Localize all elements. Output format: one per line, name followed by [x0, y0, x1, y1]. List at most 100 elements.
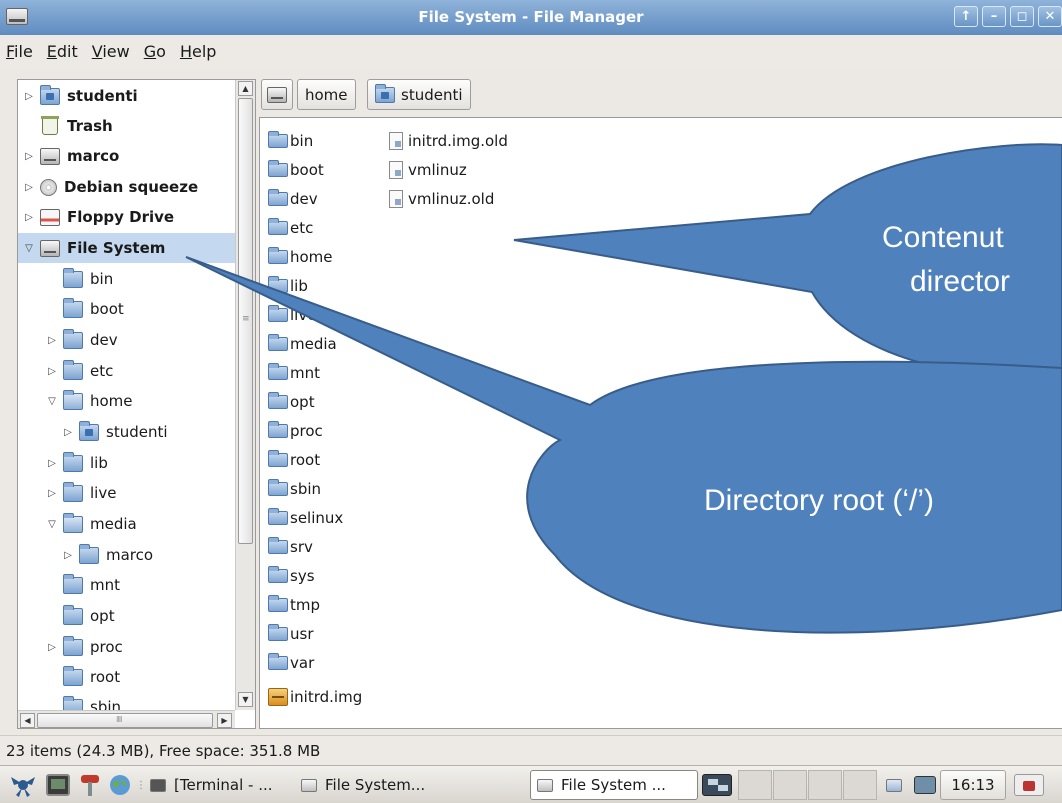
path-home-button[interactable]: home	[297, 79, 356, 110]
tree-item-opt[interactable]: opt	[63, 601, 235, 631]
expander-icon[interactable]: ▽	[47, 396, 57, 407]
tree-item-root[interactable]: root	[63, 662, 235, 692]
maximize-icon[interactable]: ◻	[1010, 6, 1034, 27]
path-root-button[interactable]	[261, 79, 293, 110]
scroll-up-icon[interactable]: ▲	[238, 81, 253, 96]
file-item-boot[interactable]: boot	[268, 157, 324, 183]
file-item-tmp[interactable]: tmp	[268, 592, 320, 618]
tree-item-home-studenti[interactable]: ▷ studenti	[63, 417, 235, 447]
expander-icon[interactable]: ▷	[47, 458, 57, 469]
tree-item-proc[interactable]: ▷ proc	[47, 632, 235, 662]
keep-above-icon[interactable]: ↑	[954, 6, 978, 27]
file-item-sbin[interactable]: sbin	[268, 476, 321, 502]
folder-icon	[268, 218, 288, 235]
file-item-mnt[interactable]: mnt	[268, 360, 320, 386]
tree-item-sbin[interactable]: sbin	[63, 692, 235, 710]
file-item-bin[interactable]: bin	[268, 128, 313, 154]
terminal-launcher-icon[interactable]	[46, 770, 70, 800]
file-item-proc[interactable]: proc	[268, 418, 323, 444]
menu-go[interactable]: Go	[144, 42, 166, 61]
tree-item-file-system[interactable]: ▽ File System	[18, 233, 235, 263]
file-item-vmlinuz-old[interactable]: vmlinuz.old	[386, 186, 494, 212]
scroll-down-icon[interactable]: ▼	[238, 692, 253, 707]
scroll-left-icon[interactable]: ◀	[20, 713, 35, 728]
folder-icon	[268, 392, 288, 409]
file-item-dev[interactable]: dev	[268, 186, 318, 212]
file-item-srv[interactable]: srv	[268, 534, 313, 560]
tree-item-dev[interactable]: ▷ dev	[47, 325, 235, 355]
expander-icon[interactable]: ▷	[24, 91, 34, 102]
tree-item-marco[interactable]: ▷ marco	[24, 141, 235, 171]
tree-item-etc[interactable]: ▷ etc	[47, 356, 235, 386]
file-icon	[389, 132, 403, 150]
menu-view[interactable]: View	[92, 42, 130, 61]
expander-icon[interactable]: ▷	[63, 427, 73, 438]
menu-edit[interactable]: Edit	[47, 42, 78, 61]
logout-icon[interactable]	[1014, 770, 1044, 800]
file-item-etc[interactable]: etc	[268, 215, 313, 241]
tree-item-floppy-drive[interactable]: ▷ Floppy Drive	[24, 202, 235, 232]
tree-item-boot[interactable]: boot	[63, 294, 235, 324]
expander-icon[interactable]: ▽	[47, 519, 57, 530]
file-item-lib[interactable]: lib	[268, 273, 308, 299]
xfce-menu-icon[interactable]	[8, 770, 38, 800]
file-item-selinux[interactable]: selinux	[268, 505, 343, 531]
file-item-media[interactable]: media	[268, 331, 337, 357]
workspace-slot[interactable]	[808, 770, 842, 800]
taskbar-file-system-window-2[interactable]: File System ...	[530, 770, 698, 800]
file-item-initrd-img[interactable]: initrd.img	[268, 684, 362, 710]
network-tray-icon[interactable]	[914, 770, 936, 800]
workspace-slot[interactable]	[773, 770, 807, 800]
file-item-live[interactable]: live	[268, 302, 316, 328]
scroll-thumb[interactable]	[37, 713, 213, 728]
scroll-thumb[interactable]	[238, 98, 253, 544]
menu-file[interactable]: File	[6, 42, 33, 61]
expander-icon[interactable]: ▷	[63, 550, 73, 561]
tree-item-home[interactable]: ▽ home	[47, 386, 235, 416]
web-browser-icon[interactable]	[108, 770, 132, 800]
file-item-root[interactable]: root	[268, 447, 320, 473]
minimize-icon[interactable]: –	[982, 6, 1006, 27]
folder-icon	[63, 328, 83, 349]
expander-icon[interactable]: ▷	[24, 212, 34, 223]
expander-icon[interactable]: ▽	[24, 243, 34, 254]
taskbar-terminal-window[interactable]: [Terminal - ...	[150, 770, 273, 800]
menu-help[interactable]: Help	[180, 42, 216, 61]
expander-icon[interactable]: ▷	[47, 335, 57, 346]
tree-item-debian-squeeze[interactable]: ▷ Debian squeeze	[24, 172, 235, 202]
file-item-opt[interactable]: opt	[268, 389, 315, 415]
tree-item-mnt[interactable]: mnt	[63, 570, 235, 600]
expander-icon[interactable]: ▷	[24, 182, 34, 193]
workspace-slot[interactable]	[843, 770, 877, 800]
expander-icon[interactable]: ▷	[24, 151, 34, 162]
workspace-switcher-icon[interactable]	[702, 770, 732, 800]
tree-item-media-marco[interactable]: ▷ marco	[63, 540, 235, 570]
expander-icon[interactable]: ▷	[47, 642, 57, 653]
tree-item-lib[interactable]: ▷ lib	[47, 448, 235, 478]
clock[interactable]: 16:13	[940, 770, 1006, 800]
expander-icon[interactable]: ▷	[47, 366, 57, 377]
expander-icon[interactable]: ▷	[47, 488, 57, 499]
scroll-right-icon[interactable]: ▶	[217, 713, 232, 728]
close-icon[interactable]: ✕	[1038, 6, 1062, 27]
file-view[interactable]: bin boot dev etc home lib live media mnt…	[259, 117, 1062, 729]
folder-icon	[268, 189, 288, 206]
tree-item-studenti[interactable]: ▷ studenti	[24, 81, 235, 111]
file-item-initrd-img-old[interactable]: initrd.img.old	[386, 128, 508, 154]
tree-item-live[interactable]: ▷ live	[47, 478, 235, 508]
file-item-home[interactable]: home	[268, 244, 333, 270]
file-item-usr[interactable]: usr	[268, 621, 314, 647]
tree-item-trash[interactable]: Trash	[40, 111, 235, 141]
tree-vertical-scrollbar[interactable]: ▲ ▼	[235, 80, 255, 710]
drive-tray-icon[interactable]	[886, 770, 910, 800]
taskbar-file-system-window-1[interactable]: File System...	[301, 770, 425, 800]
file-item-vmlinuz[interactable]: vmlinuz	[386, 157, 467, 183]
file-item-var[interactable]: var	[268, 650, 314, 676]
settings-launcher-icon[interactable]	[78, 770, 102, 800]
tree-item-media[interactable]: ▽ media	[47, 509, 235, 539]
path-studenti-button[interactable]: studenti	[367, 79, 471, 110]
tree-horizontal-scrollbar[interactable]: ◀ ▶	[18, 710, 235, 728]
file-item-sys[interactable]: sys	[268, 563, 315, 589]
tree-item-bin[interactable]: bin	[63, 264, 235, 294]
workspace-slot[interactable]	[738, 770, 772, 800]
